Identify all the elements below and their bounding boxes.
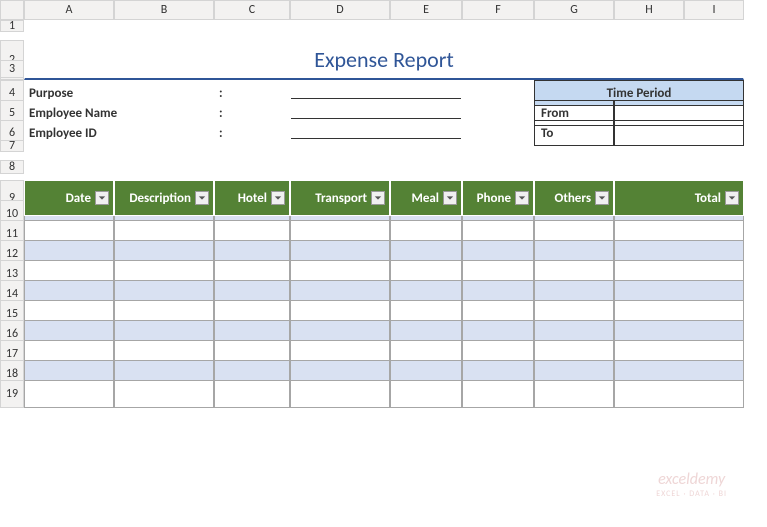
table-cell[interactable] bbox=[462, 380, 534, 408]
col-header-I[interactable]: I bbox=[684, 0, 744, 20]
table-cell[interactable] bbox=[24, 380, 114, 408]
th-transport[interactable]: Transport bbox=[290, 180, 390, 216]
filter-icon[interactable] bbox=[595, 191, 609, 205]
filter-icon[interactable] bbox=[443, 191, 457, 205]
row-header-19[interactable]: 19 bbox=[0, 380, 24, 408]
col-header-G[interactable]: G bbox=[534, 0, 614, 20]
col-header-E[interactable]: E bbox=[390, 0, 462, 20]
th-description[interactable]: Description bbox=[114, 180, 214, 216]
select-all-corner[interactable] bbox=[0, 0, 24, 20]
filter-icon[interactable] bbox=[515, 191, 529, 205]
cell-empty[interactable] bbox=[24, 140, 744, 152]
table-cell[interactable] bbox=[614, 380, 744, 408]
table-cell[interactable] bbox=[290, 380, 390, 408]
table-cell[interactable] bbox=[114, 380, 214, 408]
cell-empty[interactable] bbox=[24, 60, 744, 78]
table-cell[interactable] bbox=[534, 380, 614, 408]
th-date[interactable]: Date bbox=[24, 180, 114, 216]
table-cell[interactable] bbox=[214, 380, 290, 408]
th-phone[interactable]: Phone bbox=[462, 180, 534, 216]
col-header-C[interactable]: C bbox=[214, 0, 290, 20]
spreadsheet: A B C D E F G H I 1 2 Expense Report 3 4… bbox=[0, 0, 767, 400]
th-transport-label: Transport bbox=[295, 191, 371, 206]
filter-icon[interactable] bbox=[271, 191, 285, 205]
col-header-F[interactable]: F bbox=[462, 0, 534, 20]
th-hotel[interactable]: Hotel bbox=[214, 180, 290, 216]
row-header-3[interactable]: 3 bbox=[0, 60, 24, 78]
cell-empty[interactable] bbox=[24, 20, 744, 32]
col-header-B[interactable]: B bbox=[114, 0, 214, 20]
col-header-H[interactable]: H bbox=[614, 0, 684, 20]
cell-empty[interactable] bbox=[24, 160, 744, 174]
th-total[interactable]: Total bbox=[614, 180, 744, 216]
row-header-7[interactable]: 7 bbox=[0, 140, 24, 152]
row-header-1[interactable]: 1 bbox=[0, 20, 24, 32]
table-cell[interactable] bbox=[390, 380, 462, 408]
th-total-label: Total bbox=[619, 191, 725, 206]
th-description-label: Description bbox=[119, 191, 195, 206]
th-meal[interactable]: Meal bbox=[390, 180, 462, 216]
filter-icon[interactable] bbox=[371, 191, 385, 205]
th-meal-label: Meal bbox=[395, 191, 443, 206]
col-header-D[interactable]: D bbox=[290, 0, 390, 20]
th-others-label: Others bbox=[539, 191, 595, 206]
col-header-A[interactable]: A bbox=[24, 0, 114, 20]
watermark: exceldemy EXCEL · DATA · BI bbox=[656, 470, 727, 499]
filter-icon[interactable] bbox=[725, 191, 739, 205]
filter-icon[interactable] bbox=[95, 191, 109, 205]
watermark-sub: EXCEL · DATA · BI bbox=[656, 489, 727, 499]
filter-icon[interactable] bbox=[195, 191, 209, 205]
th-others[interactable]: Others bbox=[534, 180, 614, 216]
th-hotel-label: Hotel bbox=[219, 191, 271, 206]
th-date-label: Date bbox=[29, 191, 95, 206]
watermark-main: exceldemy bbox=[656, 470, 727, 489]
row-header-8[interactable]: 8 bbox=[0, 160, 24, 174]
th-phone-label: Phone bbox=[467, 191, 515, 206]
